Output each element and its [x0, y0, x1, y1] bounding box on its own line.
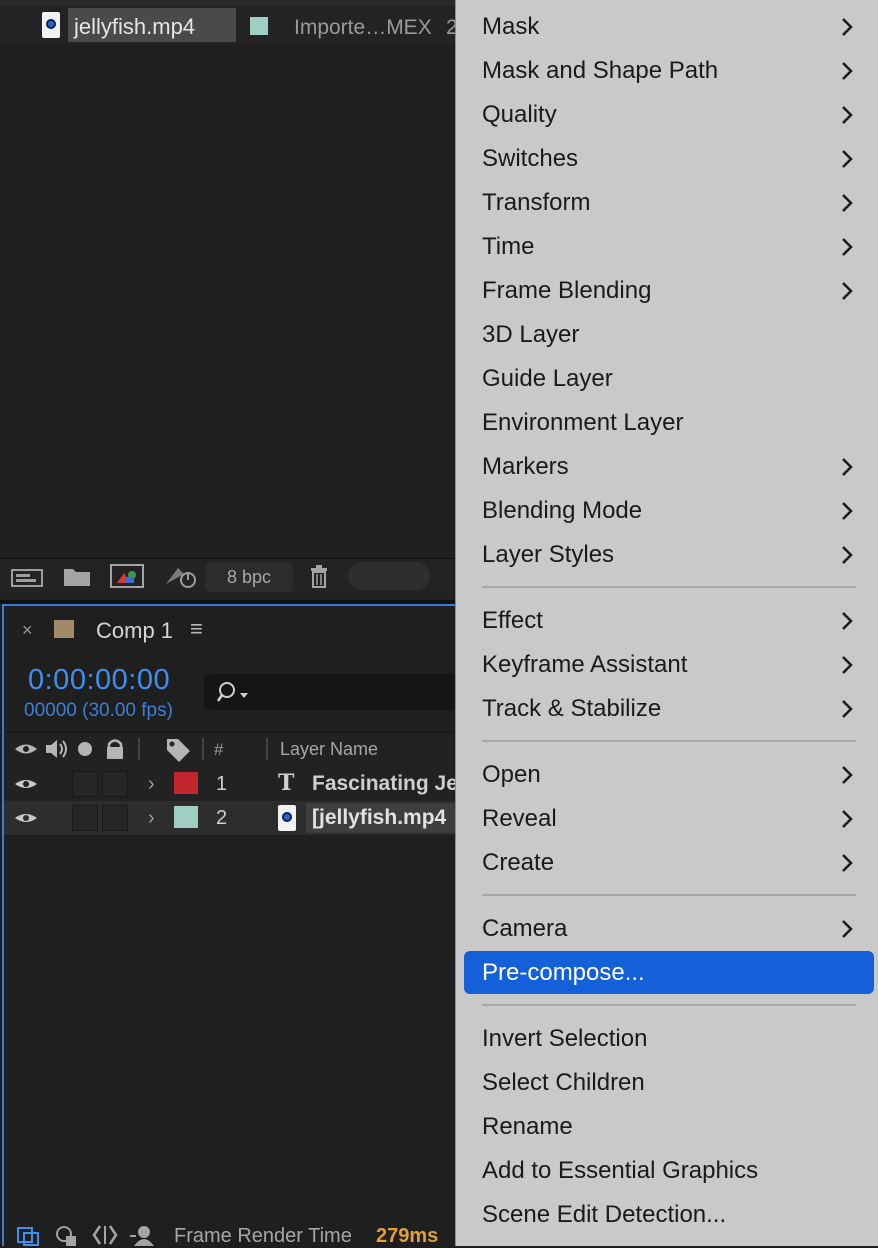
motion-blur-icon[interactable]: [128, 1224, 158, 1246]
project-item-name[interactable]: jellyfish.mp4: [74, 14, 195, 40]
frame-blending-icon[interactable]: [92, 1224, 118, 1246]
submenu-chevron-icon: [842, 854, 853, 872]
interpret-footage-icon[interactable]: [10, 564, 46, 590]
menu-item-transform[interactable]: Transform: [482, 189, 590, 217]
menu-item-rename[interactable]: Rename: [482, 1113, 573, 1141]
lock-toggle[interactable]: [102, 805, 128, 831]
menu-item-pre-compose[interactable]: Pre-compose...: [482, 959, 645, 987]
label-color-swatch[interactable]: [250, 17, 268, 35]
layer-name-header[interactable]: Layer Name: [280, 739, 378, 760]
submenu-chevron-icon: [842, 62, 853, 80]
visibility-eye-icon[interactable]: [14, 810, 38, 826]
menu-item-select-children[interactable]: Select Children: [482, 1069, 645, 1097]
menu-item-quality[interactable]: Quality: [482, 101, 557, 129]
menu-item-create[interactable]: Create: [482, 849, 554, 877]
menu-item-open[interactable]: Open: [482, 761, 541, 789]
project-panel: [0, 0, 456, 600]
menu-item-blending-mode[interactable]: Blending Mode: [482, 497, 642, 525]
menu-item-environment-layer[interactable]: Environment Layer: [482, 409, 683, 437]
menu-item-keyframe-assistant[interactable]: Keyframe Assistant: [482, 651, 687, 679]
menu-separator: [482, 586, 856, 588]
new-folder-icon[interactable]: [62, 564, 92, 588]
audio-header-icon[interactable]: [44, 738, 70, 760]
submenu-chevron-icon: [842, 106, 853, 124]
menu-item-track-and-stabilize[interactable]: Track & Stabilize: [482, 695, 661, 723]
submenu-chevron-icon: [842, 920, 853, 938]
submenu-chevron-icon: [842, 238, 853, 256]
visibility-eye-icon[interactable]: [14, 776, 38, 792]
menu-item-layer-styles[interactable]: Layer Styles: [482, 541, 614, 569]
layer-name[interactable]: [jellyfish.mp4: [312, 806, 446, 830]
header-separator: [266, 738, 268, 760]
composition-tab-title[interactable]: Comp 1: [96, 618, 173, 644]
layer-label-swatch[interactable]: [174, 806, 198, 828]
submenu-chevron-icon: [842, 502, 853, 520]
bit-depth-button[interactable]: 8 bpc: [205, 562, 293, 592]
new-composition-icon[interactable]: [110, 563, 144, 589]
header-separator: [138, 738, 140, 760]
label-header-icon[interactable]: [164, 736, 192, 762]
layer-name[interactable]: Fascinating Je: [312, 772, 458, 796]
frame-render-time-label: Frame Render Time: [174, 1225, 352, 1247]
layer-label-swatch[interactable]: [174, 772, 198, 794]
search-icon[interactable]: [216, 680, 252, 706]
close-tab-icon[interactable]: ×: [22, 620, 33, 641]
submenu-chevron-icon: [842, 458, 853, 476]
layer-number: 1: [216, 773, 228, 795]
footage-file-icon: [278, 805, 296, 831]
layer-number: 2: [216, 807, 228, 829]
submenu-chevron-icon: [842, 656, 853, 674]
trash-icon[interactable]: [308, 563, 330, 589]
expand-chevron-icon[interactable]: ›: [148, 807, 155, 830]
submenu-chevron-icon: [842, 282, 853, 300]
submenu-chevron-icon: [842, 612, 853, 630]
submenu-chevron-icon: [842, 18, 853, 36]
frame-info: 00000 (30.00 fps): [24, 700, 173, 721]
frame-render-time-value: 279ms: [376, 1225, 439, 1247]
shy-layers-icon[interactable]: [54, 1224, 80, 1246]
expand-chevron-icon[interactable]: ›: [148, 773, 155, 796]
header-separator: [202, 738, 204, 760]
lock-toggle[interactable]: [102, 771, 128, 797]
submenu-chevron-icon: [842, 700, 853, 718]
menu-item-reveal[interactable]: Reveal: [482, 805, 557, 833]
menu-item-switches[interactable]: Switches: [482, 145, 578, 173]
solo-toggle[interactable]: [72, 805, 98, 831]
layer-header-row: [4, 732, 456, 768]
menu-item-effect[interactable]: Effect: [482, 607, 543, 635]
solo-header-icon[interactable]: [76, 740, 94, 758]
menu-separator: [482, 1004, 856, 1006]
composition-swatch: [54, 620, 74, 638]
submenu-chevron-icon: [842, 766, 853, 784]
submenu-chevron-icon: [842, 810, 853, 828]
text-layer-icon: T: [278, 770, 295, 796]
menu-item-guide-layer[interactable]: Guide Layer: [482, 365, 613, 393]
menu-item-invert-selection[interactable]: Invert Selection: [482, 1025, 647, 1053]
menu-item-add-to-essential-graphics[interactable]: Add to Essential Graphics: [482, 1157, 758, 1185]
menu-separator: [482, 740, 856, 742]
submenu-chevron-icon: [842, 546, 853, 564]
submenu-chevron-icon: [842, 194, 853, 212]
menu-item-frame-blending[interactable]: Frame Blending: [482, 277, 651, 305]
thumbnail-size-slider[interactable]: [348, 562, 430, 590]
menu-item-mask[interactable]: Mask: [482, 13, 539, 41]
project-item-type: Importe…MEX: [294, 16, 432, 39]
menu-item-3d-layer[interactable]: 3D Layer: [482, 321, 579, 349]
menu-item-camera[interactable]: Camera: [482, 915, 567, 943]
panel-menu-icon[interactable]: ≡: [190, 616, 203, 642]
menu-item-mask-and-shape-path[interactable]: Mask and Shape Path: [482, 57, 718, 85]
solo-toggle[interactable]: [72, 771, 98, 797]
lock-header-icon[interactable]: [104, 737, 126, 761]
composition-mini-flowchart-icon[interactable]: [16, 1224, 42, 1246]
layer-number-header: #: [214, 740, 224, 759]
submenu-chevron-icon: [842, 150, 853, 168]
menu-item-time[interactable]: Time: [482, 233, 534, 261]
menu-item-markers[interactable]: Markers: [482, 453, 569, 481]
menu-item-scene-edit-detection[interactable]: Scene Edit Detection...: [482, 1201, 726, 1229]
video-file-icon: [42, 12, 60, 38]
video-visibility-header-icon[interactable]: [14, 740, 38, 758]
current-time-display[interactable]: 0:00:00:00: [28, 664, 170, 697]
render-settings-icon[interactable]: [162, 562, 198, 590]
menu-separator: [482, 894, 856, 896]
